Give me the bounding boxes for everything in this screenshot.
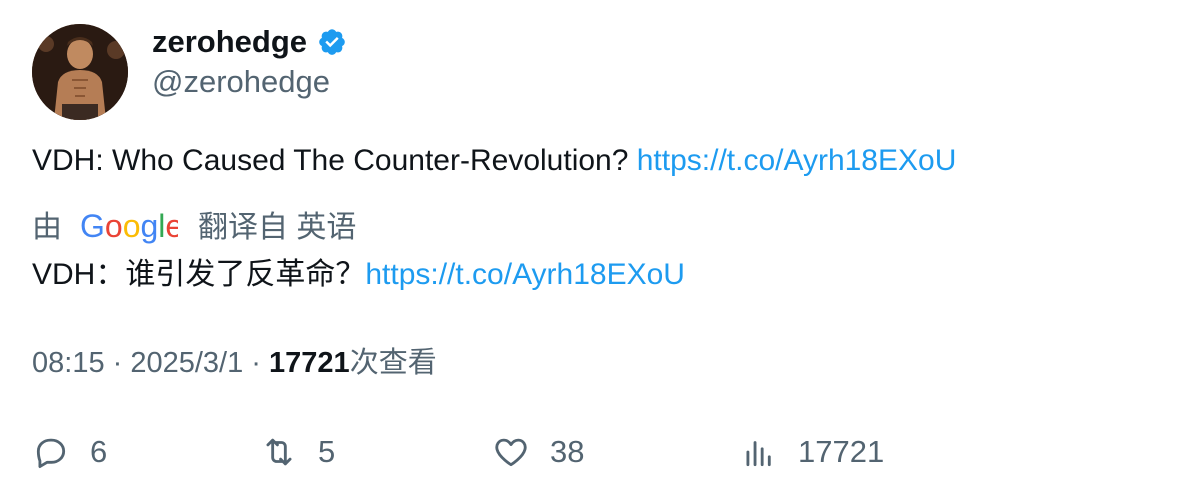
meta-separator: · bbox=[243, 347, 270, 379]
like-count: 38 bbox=[550, 434, 585, 469]
tweet-text: VDH: Who Caused The Counter-Revolution? … bbox=[32, 140, 956, 182]
translation-attribution: 由 Google 翻译自 英语 bbox=[32, 206, 356, 250]
translation-from-label: 翻译自 英语 bbox=[198, 211, 357, 244]
tweet-date[interactable]: 2025/3/1 bbox=[130, 347, 243, 379]
views-button[interactable]: 17721 bbox=[740, 428, 884, 476]
tweet-link[interactable]: https://t.co/Ayrh18EXoU bbox=[637, 144, 957, 177]
like-button[interactable]: 38 bbox=[492, 428, 584, 476]
views-count: 17721 bbox=[269, 347, 350, 379]
tweet-meta: 08:15 · 2025/3/1 · 17721次查看 bbox=[32, 342, 437, 384]
translated-link[interactable]: https://t.co/Ayrh18EXoU bbox=[365, 258, 685, 291]
heart-icon bbox=[495, 438, 527, 467]
tweet-time[interactable]: 08:15 bbox=[32, 347, 105, 379]
avatar[interactable] bbox=[32, 24, 128, 120]
views-label: 次查看 bbox=[349, 347, 437, 379]
tweet-body: VDH: Who Caused The Counter-Revolution? bbox=[32, 144, 637, 177]
svg-text:Google: Google bbox=[80, 211, 178, 244]
reply-count: 6 bbox=[90, 434, 108, 469]
reply-icon bbox=[36, 438, 66, 468]
retweet-count: 5 bbox=[318, 434, 336, 469]
author-display-name-row[interactable]: zerohedge bbox=[152, 22, 347, 62]
action-bar: 6 5 38 17721 bbox=[0, 428, 1196, 476]
translated-body: VDH：谁引发了反革命？ bbox=[32, 258, 366, 291]
retweet-button[interactable]: 5 bbox=[260, 428, 335, 476]
verified-badge-icon bbox=[319, 29, 345, 55]
google-logo-icon[interactable]: Google bbox=[80, 211, 178, 245]
views-total: 17721 bbox=[798, 434, 885, 469]
analytics-icon bbox=[746, 441, 771, 467]
reply-button[interactable]: 6 bbox=[32, 428, 107, 476]
avatar-image bbox=[32, 24, 128, 120]
author-display-name[interactable]: zerohedge bbox=[152, 22, 307, 62]
meta-separator: · bbox=[104, 347, 131, 379]
translated-tweet-text: VDH：谁引发了反革命？https://t.co/Ayrh18EXoU bbox=[32, 254, 685, 296]
translation-by-label: 由 bbox=[32, 211, 62, 244]
author-handle[interactable]: @zerohedge bbox=[152, 62, 330, 102]
retweet-icon bbox=[266, 438, 292, 466]
